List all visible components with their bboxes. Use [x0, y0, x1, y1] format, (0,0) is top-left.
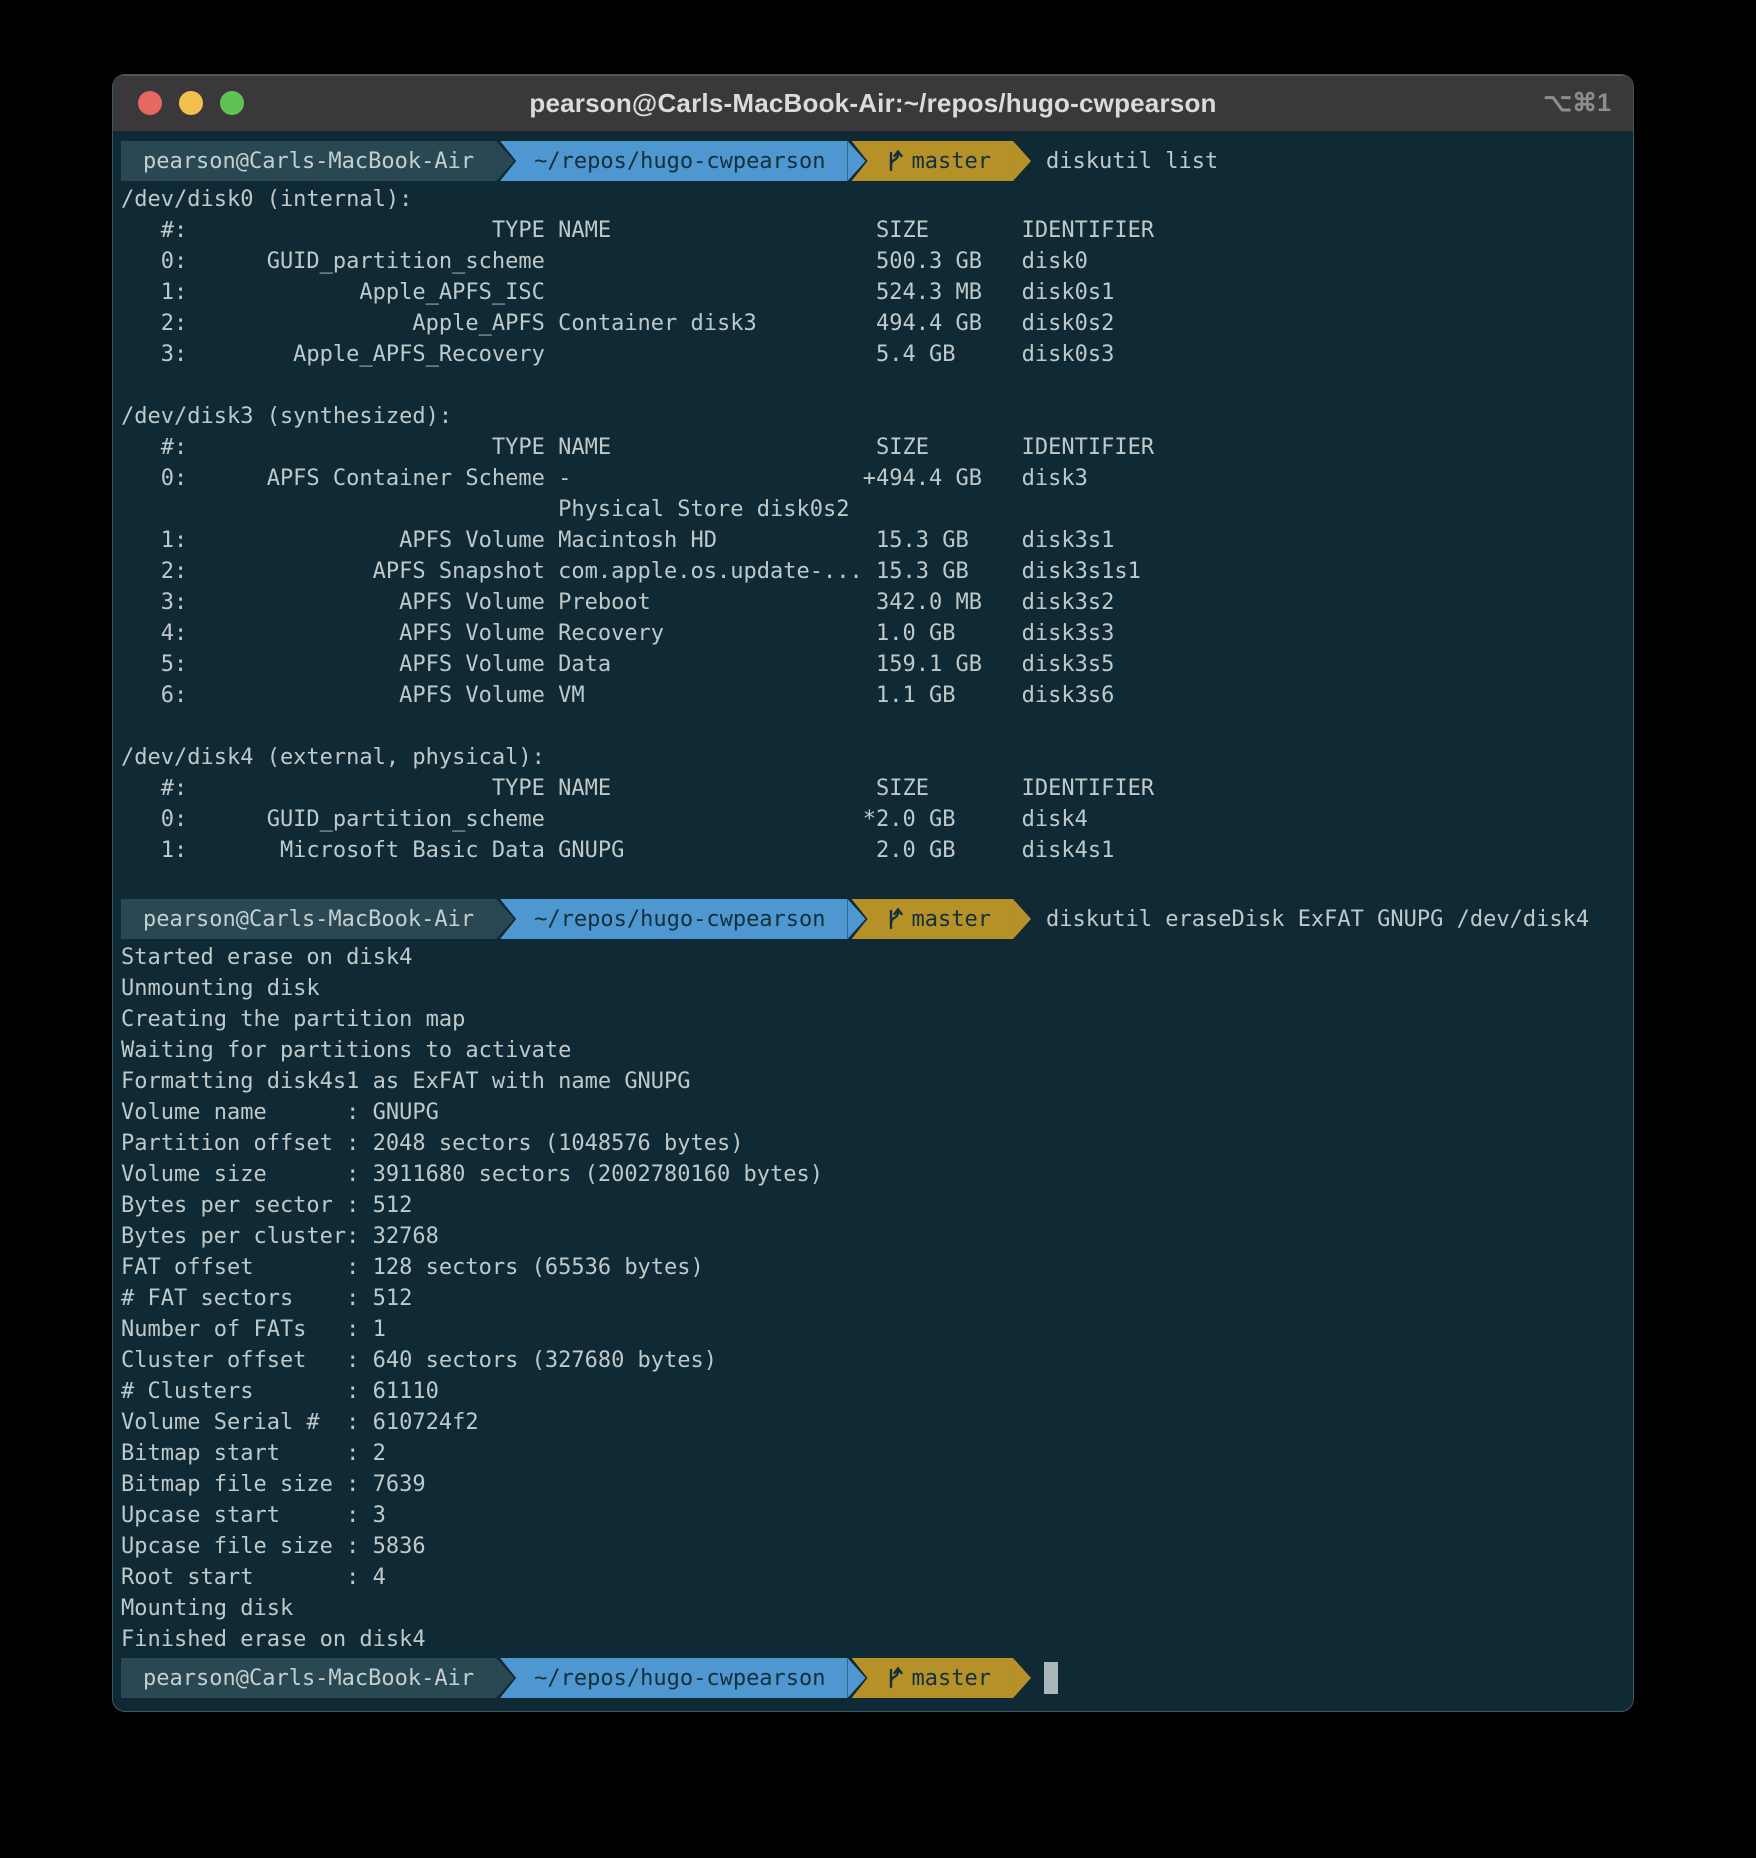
git-branch-icon — [886, 907, 903, 931]
minimize-button[interactable] — [179, 91, 203, 115]
shell-prompt: pearson@Carls-MacBook-Air ~/repos/hugo-c… — [121, 897, 1625, 941]
keyboard-shortcut-hint: ⌥⌘1 — [1543, 88, 1611, 118]
terminal-cursor[interactable] — [1044, 1662, 1058, 1694]
diskutil-list-output: /dev/disk0 (internal): #: TYPE NAME SIZE… — [121, 184, 1625, 866]
prompt-host: pearson@Carls-MacBook-Air — [121, 899, 496, 939]
terminal-content[interactable]: pearson@Carls-MacBook-Air ~/repos/hugo-c… — [113, 132, 1633, 1711]
command-text: diskutil list — [1046, 146, 1218, 177]
prompt-host: pearson@Carls-MacBook-Air — [121, 1658, 496, 1698]
zoom-button[interactable] — [220, 91, 244, 115]
prompt-git-segment: master — [852, 899, 1013, 939]
erase-disk-output: Started erase on disk4 Unmounting disk C… — [121, 942, 1625, 1655]
window-title: pearson@Carls-MacBook-Air:~/repos/hugo-c… — [113, 88, 1633, 119]
command-text: diskutil eraseDisk ExFAT GNUPG /dev/disk… — [1046, 904, 1589, 935]
prompt-git-segment: master — [852, 141, 1013, 181]
close-button[interactable] — [138, 91, 162, 115]
traffic-lights — [138, 91, 244, 115]
prompt-branch-label: master — [912, 1663, 991, 1694]
powerline-arrow-icon — [1013, 141, 1031, 181]
prompt-path: ~/repos/hugo-cwpearson — [500, 1658, 847, 1698]
shell-prompt-current: pearson@Carls-MacBook-Air ~/repos/hugo-c… — [121, 1656, 1625, 1700]
prompt-branch-label: master — [912, 146, 991, 177]
prompt-git-segment: master — [852, 1658, 1013, 1698]
powerline-arrow-icon — [1013, 1658, 1031, 1698]
git-branch-icon — [886, 1666, 903, 1690]
shell-prompt: pearson@Carls-MacBook-Air ~/repos/hugo-c… — [121, 139, 1625, 183]
prompt-host: pearson@Carls-MacBook-Air — [121, 141, 496, 181]
prompt-branch-label: master — [912, 904, 991, 935]
prompt-path: ~/repos/hugo-cwpearson — [500, 141, 847, 181]
prompt-path: ~/repos/hugo-cwpearson — [500, 899, 847, 939]
terminal-window: pearson@Carls-MacBook-Air:~/repos/hugo-c… — [113, 75, 1633, 1711]
powerline-arrow-icon — [1013, 899, 1031, 939]
window-titlebar[interactable]: pearson@Carls-MacBook-Air:~/repos/hugo-c… — [113, 75, 1633, 132]
git-branch-icon — [886, 149, 903, 173]
